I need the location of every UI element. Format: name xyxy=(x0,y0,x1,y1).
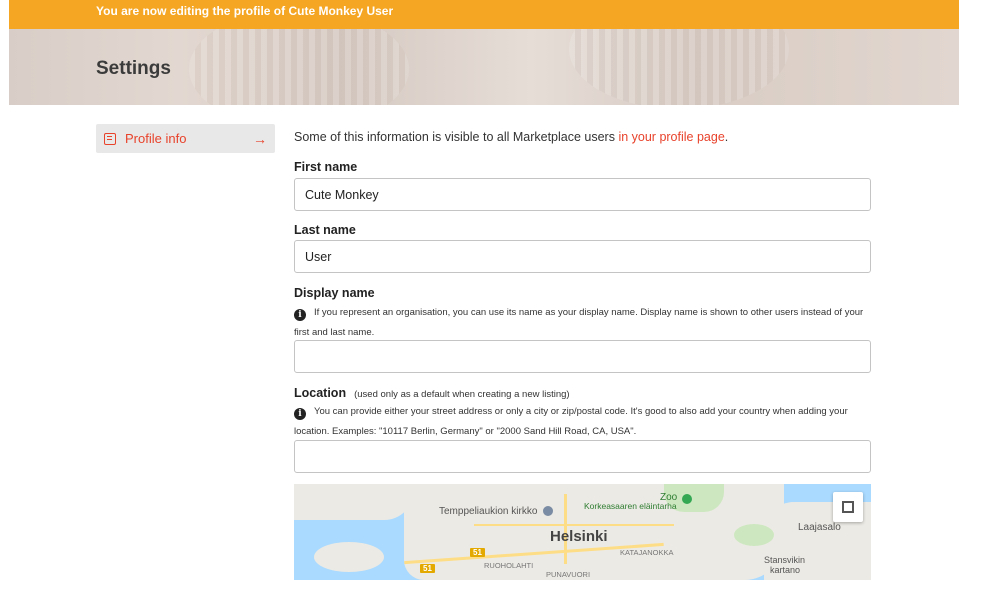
road-shield-icon: 51 xyxy=(420,564,435,573)
intro-text-end: . xyxy=(724,130,729,144)
map-label-punavuori: PUNAVUORI xyxy=(546,570,591,579)
banner-text: You are now editing the profile of Cute … xyxy=(96,4,394,18)
map-land xyxy=(314,542,384,572)
fullscreen-icon xyxy=(848,507,854,513)
map-label-laajasalo: Laajasalo xyxy=(798,522,841,533)
road-shield-icon: 51 xyxy=(470,548,485,557)
hero-background-decoration xyxy=(189,29,409,105)
location-help-text: You can provide either your street addre… xyxy=(294,406,848,437)
location-input[interactable] xyxy=(294,440,871,473)
info-icon: i xyxy=(294,408,306,420)
map-park xyxy=(734,524,774,546)
map-road xyxy=(474,524,674,526)
map-label-stansvikin: Stansvikin xyxy=(764,555,806,565)
last-name-input[interactable] xyxy=(294,240,871,273)
first-name-input[interactable] xyxy=(294,178,871,211)
settings-hero: Settings xyxy=(9,29,959,105)
map-land xyxy=(294,484,414,520)
church-pin-icon xyxy=(543,506,553,516)
map-label-church: Temppeliaukion kirkko xyxy=(439,506,538,517)
display-name-input[interactable] xyxy=(294,340,871,373)
display-name-help: i If you represent an organisation, you c… xyxy=(294,303,871,343)
hero-background-decoration xyxy=(569,29,789,105)
fullscreen-button[interactable] xyxy=(833,492,863,522)
location-map[interactable]: Temppeliaukion kirkko Zoo Korkeasaaren e… xyxy=(294,484,871,580)
first-name-label: First name xyxy=(294,160,358,174)
profile-form: Some of this information is visible to a… xyxy=(294,130,871,144)
location-label-text: Location xyxy=(294,386,347,400)
location-help: i You can provide either your street addr… xyxy=(294,402,871,442)
intro-text-body: Some of this information is visible to a… xyxy=(294,130,619,144)
info-icon: i xyxy=(294,309,306,321)
intro-text: Some of this information is visible to a… xyxy=(294,130,871,144)
map-label-city: Helsinki xyxy=(550,528,608,545)
display-name-label: Display name xyxy=(294,286,375,300)
map-label-ruoholahti: RUOHOLAHTI xyxy=(484,561,534,570)
sidebar-item-label: Profile info xyxy=(125,131,187,146)
display-name-help-text: If you represent an organisation, you ca… xyxy=(294,307,864,338)
last-name-label: Last name xyxy=(294,223,356,237)
editing-profile-banner: You are now editing the profile of Cute … xyxy=(9,0,959,29)
page-title: Settings xyxy=(96,58,171,79)
location-label: Location (used only as a default when cre… xyxy=(294,386,570,400)
sidebar-item-profile-info[interactable]: Profile info → xyxy=(96,124,275,153)
map-label-kartano: kartano xyxy=(770,565,801,575)
map-land xyxy=(699,534,739,559)
location-note: (used only as a default when creating a … xyxy=(354,389,570,400)
profile-card-icon xyxy=(104,132,116,145)
arrow-right-icon: → xyxy=(253,130,267,147)
map-label-zoo-sub: Korkeasaaren eläintarha xyxy=(584,501,677,511)
map-label-katajanokka: KATAJANOKKA xyxy=(620,548,674,557)
profile-page-link[interactable]: in your profile page xyxy=(618,130,724,144)
zoo-pin-icon xyxy=(682,494,692,504)
